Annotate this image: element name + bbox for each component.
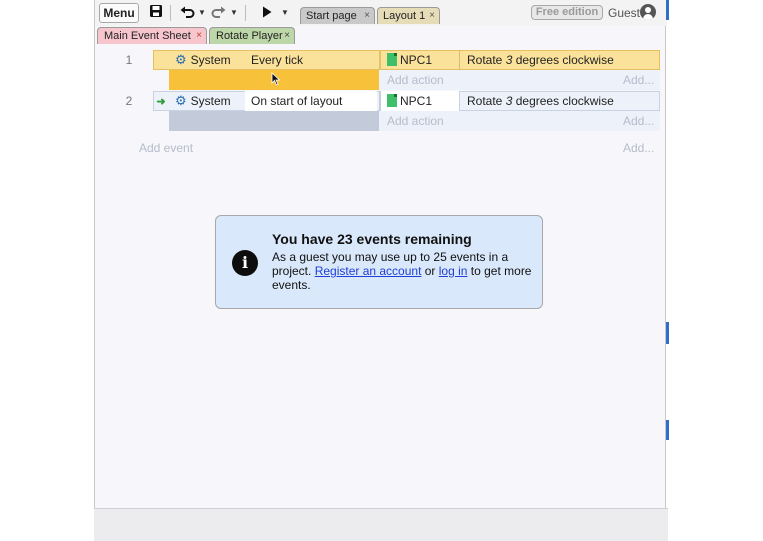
condition-object-label: System <box>190 94 231 108</box>
tab-main-event-sheet[interactable]: Main Event Sheet × <box>97 27 207 44</box>
condition-object-label: System <box>190 53 231 67</box>
add-more-link[interactable]: Add... <box>617 111 654 131</box>
action-text-part: Rotate <box>467 53 506 67</box>
play-icon[interactable] <box>260 4 274 22</box>
tab-label: Rotate Player <box>216 30 283 42</box>
redo-icon-glyph <box>211 6 225 18</box>
sprite-icon <box>387 94 397 107</box>
save-icon[interactable] <box>147 4 165 22</box>
log-in-link[interactable]: log in <box>439 264 468 278</box>
tab-start-page[interactable]: Start page × <box>300 7 375 24</box>
gear-icon: ⚙ <box>175 52 187 67</box>
play-icon-glyph <box>263 6 272 18</box>
notice-body: As a guest you may use up to 25 events i… <box>272 250 532 292</box>
condition-object[interactable]: ⚙ System <box>169 91 245 111</box>
action-text[interactable]: Rotate 3 degrees clockwise <box>461 91 659 111</box>
cell-divider <box>459 51 460 69</box>
mouse-cursor-icon <box>271 72 281 86</box>
window-edge-marker <box>666 420 669 440</box>
action-text-part: degrees clockwise <box>512 53 614 67</box>
tab-label: Main Event Sheet <box>104 30 191 42</box>
window-edge-marker <box>666 322 669 344</box>
undo-dropdown-caret[interactable]: ▼ <box>198 4 206 22</box>
action-object-label: NPC1 <box>400 53 433 67</box>
sprite-icon <box>387 53 397 66</box>
tab-close-icon[interactable]: × <box>196 28 202 44</box>
toolbar-divider <box>170 5 171 21</box>
menu-button[interactable]: Menu <box>99 3 139 23</box>
add-more-link[interactable]: Add... <box>617 70 654 90</box>
action-text-part: Rotate <box>467 94 506 108</box>
save-icon-glyph <box>150 5 162 17</box>
add-event-link[interactable]: Add event <box>133 138 193 158</box>
condition-object[interactable]: ⚙ System <box>169 50 245 70</box>
window-edge-marker <box>666 0 669 20</box>
tab-close-icon[interactable]: × <box>364 8 370 24</box>
condition-band[interactable] <box>169 111 379 131</box>
gear-icon: ⚙ <box>175 93 187 108</box>
tab-rotate-player[interactable]: Rotate Player × <box>209 27 295 44</box>
event-sheet-tabs: Main Event Sheet × Rotate Player × <box>95 26 667 44</box>
action-object[interactable]: NPC1 <box>381 50 459 70</box>
info-icon: i <box>232 250 258 276</box>
notice-text: or <box>421 264 439 278</box>
redo-dropdown-caret[interactable]: ▼ <box>230 4 238 22</box>
play-dropdown-caret[interactable]: ▼ <box>281 4 289 22</box>
event-number: 1 <box>125 53 133 67</box>
cell-divider <box>459 92 460 110</box>
add-action-link[interactable]: Add action <box>381 70 444 90</box>
tab-close-icon[interactable]: × <box>284 28 290 44</box>
user-avatar-icon[interactable] <box>640 4 656 20</box>
tab-close-icon[interactable]: × <box>429 8 435 24</box>
action-object[interactable]: NPC1 <box>381 91 459 111</box>
main-toolbar: Menu ▼ ▼ ▼ Start page × Layout 1 × Free … <box>95 0 667 26</box>
avatar-head <box>645 7 651 13</box>
action-object-label: NPC1 <box>400 94 433 108</box>
register-account-link[interactable]: Register an account <box>315 264 422 278</box>
condition-text[interactable]: On start of layout <box>245 91 377 111</box>
status-strip <box>94 508 668 541</box>
construct-editor-window: Menu ▼ ▼ ▼ Start page × Layout 1 × Free … <box>94 0 667 508</box>
undo-icon[interactable] <box>179 4 195 22</box>
redo-icon[interactable] <box>210 4 226 22</box>
avatar-body <box>643 14 653 20</box>
events-remaining-notice: i You have 23 events remaining As a gues… <box>215 215 543 309</box>
action-text-part: degrees clockwise <box>512 94 614 108</box>
condition-text[interactable]: Every tick <box>245 50 377 70</box>
tab-label: Layout 1 <box>383 10 426 22</box>
add-action-link[interactable]: Add action <box>381 111 444 131</box>
tab-layout-1[interactable]: Layout 1 × <box>377 7 440 24</box>
action-text[interactable]: Rotate 3 degrees clockwise <box>461 50 659 70</box>
guest-label[interactable]: Guest <box>608 6 640 20</box>
screen: Menu ▼ ▼ ▼ Start page × Layout 1 × Free … <box>0 0 763 541</box>
trigger-arrow-icon: ➜ <box>156 96 166 108</box>
toolbar-divider <box>245 5 246 21</box>
free-edition-badge[interactable]: Free edition <box>531 5 603 20</box>
tab-label: Start page <box>306 10 357 22</box>
add-event-more-link[interactable]: Add... <box>617 138 654 158</box>
notice-title: You have 23 events remaining <box>272 231 472 247</box>
undo-icon-glyph <box>180 6 194 18</box>
event-number: 2 <box>125 94 133 108</box>
